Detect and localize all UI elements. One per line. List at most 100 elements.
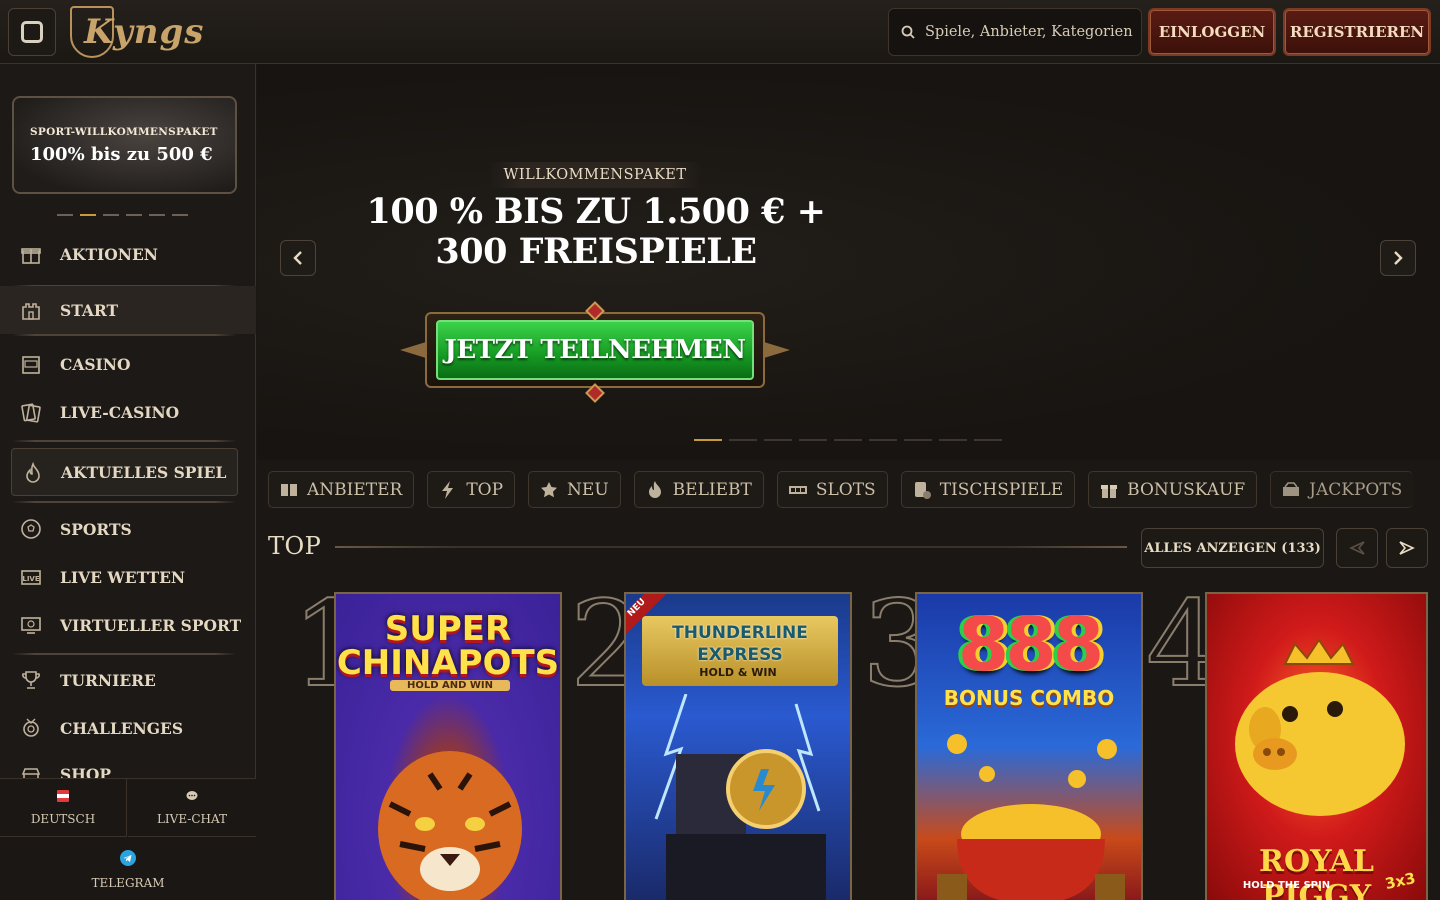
game-card-super-chinapots[interactable]: SUPER CHINAPOTS HOLD AND WIN [334,592,562,900]
hero-prev-button[interactable] [280,240,316,276]
telegram-button[interactable]: TELEGRAM [0,838,256,900]
hero-pager-dot[interactable] [974,439,1002,441]
promo-dot[interactable] [149,214,165,216]
register-button[interactable]: REGISTRIEREN [1283,8,1431,56]
arrow-left-icon [1349,541,1365,555]
divider [12,334,237,336]
sidebar-item-live-wetten[interactable]: LIVE LIVE WETTEN [0,553,256,601]
chat-bubble-icon [186,790,198,800]
shop-icon [21,768,41,778]
search-box[interactable] [888,8,1142,56]
promo-dot[interactable] [57,214,73,216]
sidebar-item-casino[interactable]: CASINO [0,340,256,388]
sidebar: SPORT-WILLKOMMENSPAKET 100% bis zu 500 €… [0,64,256,900]
sidebar-item-virtueller-sport[interactable]: VIRTUELLER SPORT [0,601,256,649]
slot-machine-icon [22,356,40,374]
category-chip-bonuskauf[interactable]: BONUSKAUF [1088,471,1258,508]
live-chat-button[interactable]: LIVE-CHAT [128,779,256,837]
monitor-icon [21,617,41,634]
fire-icon [648,480,661,498]
logo-text: Kyngs [84,12,205,52]
game-card-royal-piggy[interactable]: ROYAL PIGGY HOLD THE SPIN 3x3 [1205,592,1428,900]
carousel-next-button[interactable] [1386,528,1428,568]
sidebar-item-label: START [60,300,119,320]
promo-dot[interactable] [172,214,188,216]
show-all-button[interactable]: ALLES ANZEIGEN (133) [1141,528,1324,568]
hero-pager [694,439,1002,441]
divider [12,653,237,655]
hero-next-button[interactable] [1380,240,1416,276]
cards-icon [21,403,41,423]
sidebar-item-label: AKTUELLES SPIEL [61,462,227,482]
gift-icon [21,248,41,264]
hero-title-line2: 300 FREISPIELE [435,231,757,272]
logo[interactable]: Kyngs [70,4,203,60]
category-chip-label: JACKPOTS [1309,479,1403,500]
hero-pager-dot-active[interactable] [694,439,722,441]
sport-promo-banner[interactable]: SPORT-WILLKOMMENSPAKET 100% bis zu 500 € [12,96,237,194]
sidebar-item-aktionen[interactable]: AKTIONEN [0,230,256,278]
category-chip-anbieter[interactable]: ANBIETER [268,471,415,508]
category-chip-top[interactable]: TOP [427,471,516,508]
trophy-icon [22,671,40,689]
promo-dot[interactable] [126,214,142,216]
hero-pager-dot[interactable] [729,439,757,441]
sidebar-item-sports[interactable]: SPORTS [0,505,256,553]
chevron-right-icon [1394,251,1403,265]
promo-dot[interactable] [103,214,119,216]
hero-pager-dot[interactable] [799,439,827,441]
sidebar-item-shop[interactable]: SHOP [0,752,256,778]
game-title: 888 [957,602,1104,688]
divider [12,440,237,442]
carousel-prev-button[interactable] [1336,528,1378,568]
category-chip-beliebt[interactable]: BELIEBT [633,471,764,508]
hero-pager-dot[interactable] [834,439,862,441]
promo-offer: 100% bis zu 500 € [30,144,213,165]
chevron-left-icon [293,251,302,265]
game-card-888-bonus-combo[interactable]: 888 BONUS COMBO [915,592,1143,900]
promo-dot-active[interactable] [80,214,96,216]
language-selector[interactable]: DEUTSCH [0,779,127,837]
hero-pager-dot[interactable] [869,439,897,441]
join-now-button[interactable]: JETZT TEILNEHMEN [436,320,754,380]
sidebar-item-label: LIVE WETTEN [60,567,186,587]
search-input[interactable] [925,24,1135,40]
category-chip-label: BELIEBT [672,479,752,500]
category-chip-label: ANBIETER [307,479,403,500]
category-chip-label: TISCHSPIELE [939,479,1064,500]
dice-icon [914,481,931,499]
sidebar-item-label: LIVE-CASINO [60,402,180,422]
train-icon [654,694,826,900]
divider [12,501,237,503]
sidebar-item-start[interactable]: START [0,286,256,334]
svg-text:LIVE: LIVE [22,575,39,583]
sidebar-item-aktuelles-spiel[interactable]: AKTUELLES SPIEL [11,448,238,496]
menu-icon [21,21,43,43]
hero-title: 100 % BIS ZU 1.500 € + 300 FREISPIELE [356,192,836,272]
telegram-icon [120,849,136,866]
flame-icon [26,462,40,483]
promo-pager [57,214,188,216]
category-chip-tischspiele[interactable]: TISCHSPIELE [900,471,1076,508]
jackpot-icon [1283,481,1300,496]
hero-pager-dot[interactable] [764,439,792,441]
hero-title-line1: 100 % BIS ZU 1.500 € + [366,191,826,232]
hero-pager-dot[interactable] [939,439,967,441]
gift-box-icon [1101,484,1118,498]
category-chip-slots[interactable]: SLOTS [776,471,888,508]
category-chip-neu[interactable]: NEU [528,471,621,508]
login-button[interactable]: EINLOGGEN [1148,8,1276,56]
game-card-thunderline-express[interactable]: NEU THUNDERLINE EXPRESS HOLD & WIN [624,592,852,900]
menu-toggle-button[interactable] [8,8,56,56]
category-chip-jackpots[interactable]: JACKPOTS [1270,471,1414,508]
hero-pager-dot[interactable] [904,439,932,441]
sidebar-item-turniere[interactable]: TURNIERE [0,656,256,704]
cta-ornament [764,342,790,358]
category-chip-label: BONUSKAUF [1127,479,1246,500]
section-divider [335,546,1127,548]
sidebar-item-live-casino[interactable]: LIVE-CASINO [0,388,256,436]
cta-ornament [400,342,426,358]
language-label: DEUTSCH [30,811,96,826]
sidebar-item-challenges[interactable]: CHALLENGES [0,704,256,752]
sidebar-item-label: AKTIONEN [60,244,158,264]
